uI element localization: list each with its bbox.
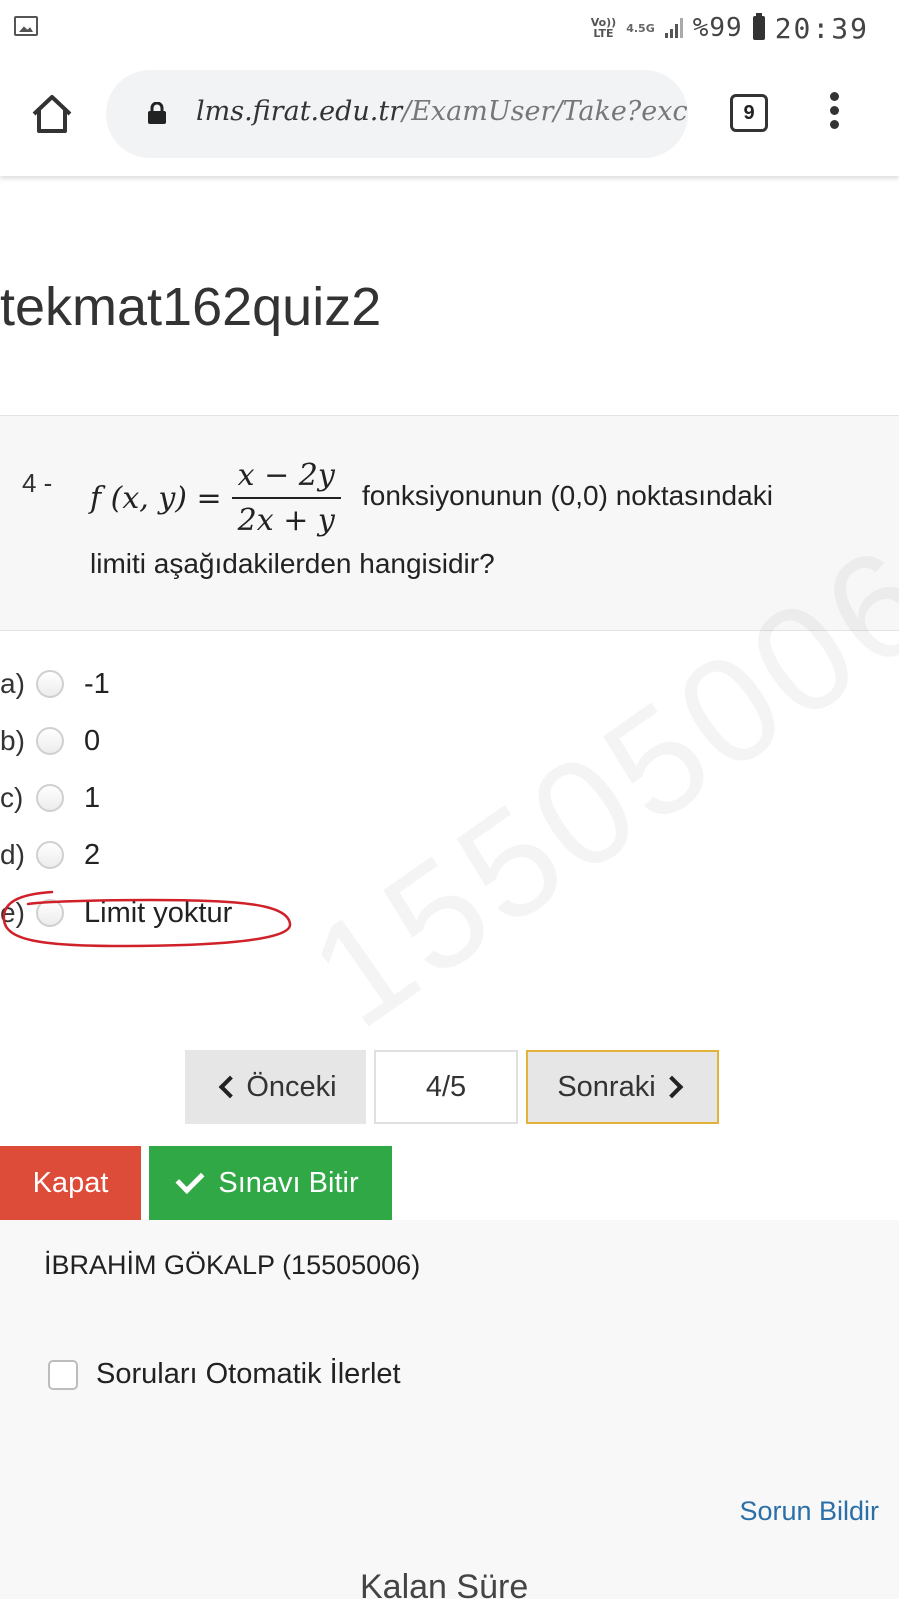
finish-exam-button[interactable]: Sınavı Bitir [149,1146,392,1220]
chevron-right-icon [660,1075,683,1099]
option-letter: c) [0,782,24,813]
status-indicators: Vo)) LTE 4.5G %99 20:39 [591,11,869,45]
remaining-time-label: Kalan Süre [360,1568,529,1606]
question-number: 4 - [22,468,53,498]
option-value: 1 [84,781,101,814]
home-icon[interactable] [30,92,74,136]
option-value: 2 [84,838,101,871]
formula-numerator: x − 2y [231,458,341,499]
report-problem-link[interactable]: Sorun Bildir [739,1496,879,1527]
option-radio[interactable] [36,670,64,698]
auto-advance-label: Soruları Otomatik İlerlet [96,1358,401,1390]
finish-label: Sınavı Bitir [218,1166,359,1199]
check-icon [175,1164,205,1194]
exam-actions: Kapat Sınavı Bitir [0,1146,392,1220]
option-radio[interactable] [36,727,64,755]
next-button[interactable]: Sonraki [526,1050,719,1124]
signal-icon [664,18,683,38]
chevron-left-icon [219,1075,242,1099]
tab-switcher-button[interactable]: 9 [730,94,768,132]
address-bar[interactable]: lms.firat.edu.tr/ExamUser/Take?exc [106,70,688,158]
option-b[interactable]: b) 0 [0,713,100,769]
battery-icon [752,13,765,40]
url-host: lms.firat.edu.tr [196,96,403,127]
formula-denominator: 2x + y [237,503,335,538]
exam-title: tekmat162quiz2 [0,277,382,337]
lock-icon [148,102,166,124]
exam-info-panel: İBRAHİM GÖKALP (15505006) Soruları Otoma… [0,1220,899,1606]
option-letter: d) [0,839,25,870]
option-e[interactable]: e) Limit yoktur [0,885,232,941]
auto-advance-checkbox[interactable] [48,1359,78,1390]
option-value: 0 [84,724,101,757]
url-path: /ExamUser/Take?exc [402,96,688,127]
option-letter: b) [0,725,25,756]
status-time: 20:39 [774,11,869,45]
network-type: 4.5G [626,21,655,35]
option-radio[interactable] [36,841,64,869]
student-name: İBRAHİM GÖKALP (15505006) [44,1250,421,1280]
browser-toolbar: lms.firat.edu.tr/ExamUser/Take?exc 9 [0,56,899,176]
volte-indicator: Vo)) LTE [591,17,617,39]
option-radio[interactable] [36,899,64,927]
close-button[interactable]: Kapat [0,1146,141,1220]
auto-advance-row[interactable]: Soruları Otomatik İlerlet [48,1358,401,1391]
previous-label: Önceki [246,1070,337,1103]
more-menu-icon[interactable] [826,92,842,136]
battery-level: %99 [692,13,743,43]
option-value: -1 [84,667,110,700]
url-text: lms.firat.edu.tr/ExamUser/Take?exc [196,96,688,127]
previous-button[interactable]: Önceki [185,1050,366,1124]
page-indicator: 4/5 [374,1050,518,1124]
question-formula: f (x, y) = x − 2y 2x + y [90,458,347,538]
lte-label: LTE [593,27,614,40]
question-pager: Önceki 4/5 Sonraki [185,1050,719,1124]
option-letter: e) [0,897,25,928]
option-radio[interactable] [36,784,64,812]
status-bar: Vo)) LTE 4.5G %99 20:39 [0,0,899,56]
gallery-notification-icon [14,16,38,36]
next-label: Sonraki [557,1070,656,1103]
option-a[interactable]: a) -1 [0,656,110,712]
option-d[interactable]: d) 2 [0,827,100,883]
option-letter: a) [0,668,25,699]
formula-fraction: x − 2y 2x + y [231,458,341,538]
formula-lhs: f (x, y) = [90,480,222,516]
option-c[interactable]: c) 1 [0,770,100,826]
question-text-line2: limiti aşağıdakilerden hangisidir? [90,548,495,579]
question-text-line1: fonksiyonunun (0,0) noktasındaki [362,480,773,511]
option-value: Limit yoktur [84,896,233,929]
